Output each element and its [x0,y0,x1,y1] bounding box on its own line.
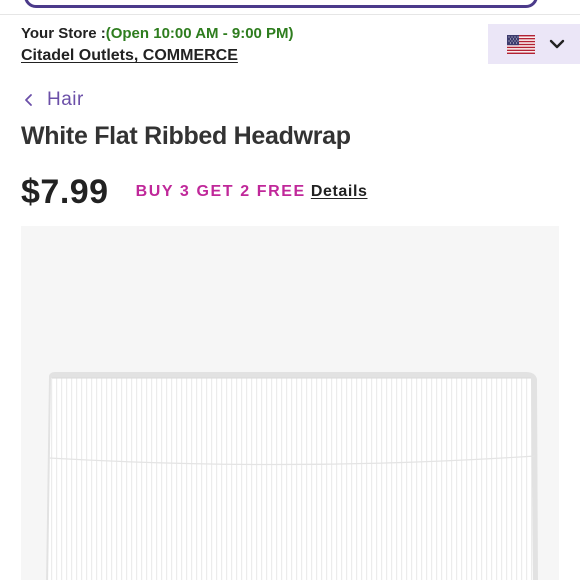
product-price: $7.99 [21,172,109,211]
headwrap-illustration [46,372,538,580]
store-info: Your Store :(Open 10:00 AM - 9:00 PM) Ci… [21,24,461,65]
us-flag-icon [507,34,535,54]
store-hours: (Open 10:00 AM - 9:00 PM) [105,25,294,42]
store-label: Your Store : [21,25,106,42]
price-row: $7.99 BUY 3 GET 2 FREE Details [21,170,368,214]
promo-details-link[interactable]: Details [311,183,368,201]
chevron-left-icon [25,94,32,106]
product-page: Your Store :(Open 10:00 AM - 9:00 PM) Ci… [0,0,580,580]
product-image[interactable] [21,226,559,580]
search-bar[interactable] [24,0,538,8]
chevron-down-icon [549,39,565,49]
header-divider [0,14,580,15]
breadcrumb-label: Hair [47,89,84,110]
country-selector[interactable] [488,24,580,64]
breadcrumb-back-link[interactable]: Hair [24,89,84,111]
promo-text: BUY 3 GET 2 FREE [135,183,306,200]
store-location-link[interactable]: Citadel Outlets, COMMERCE [21,47,238,65]
product-title: White Flat Ribbed Headwrap [21,122,351,150]
store-hours-line: Your Store :(Open 10:00 AM - 9:00 PM) [21,24,461,44]
